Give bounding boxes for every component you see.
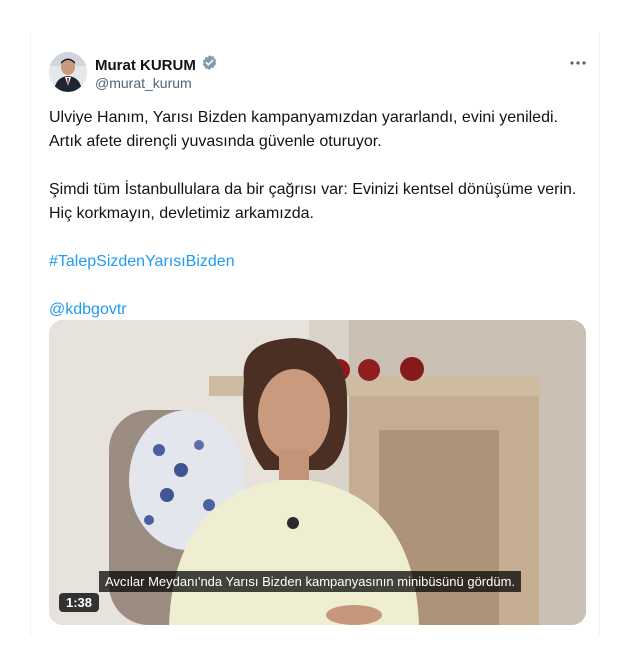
video-player[interactable]: Avcılar Meydanı'nda Yarısı Bizden kampan… bbox=[49, 320, 586, 625]
author-name[interactable]: Murat KURUM bbox=[95, 57, 196, 74]
video-caption: Avcılar Meydanı'nda Yarısı Bizden kampan… bbox=[99, 571, 522, 592]
more-horizontal-icon[interactable] bbox=[567, 52, 589, 74]
mention-link[interactable]: @kdbgovtr bbox=[49, 301, 127, 318]
verified-badge-icon bbox=[201, 54, 218, 76]
tweet-header: Murat KURUM @murat_kurum bbox=[49, 52, 589, 96]
tweet-card[interactable]: Murat KURUM @murat_kurum Ulviye Hanım, Y… bbox=[30, 32, 600, 636]
tweet-text: Ulviye Hanım, Yarısı Bizden kampanyamızd… bbox=[49, 106, 589, 346]
author-handle[interactable]: @murat_kurum bbox=[95, 75, 192, 91]
video-duration-badge: 1:38 bbox=[59, 593, 100, 612]
avatar[interactable] bbox=[49, 52, 87, 92]
tweet-paragraph: Ulviye Hanım, Yarısı Bizden kampanyamızd… bbox=[49, 109, 558, 150]
tweet-paragraph: Şimdi tüm İstanbullulara da bir çağrısı … bbox=[49, 181, 577, 222]
hashtag-link[interactable]: #TalepSizdenYarısıBizden bbox=[49, 253, 235, 270]
